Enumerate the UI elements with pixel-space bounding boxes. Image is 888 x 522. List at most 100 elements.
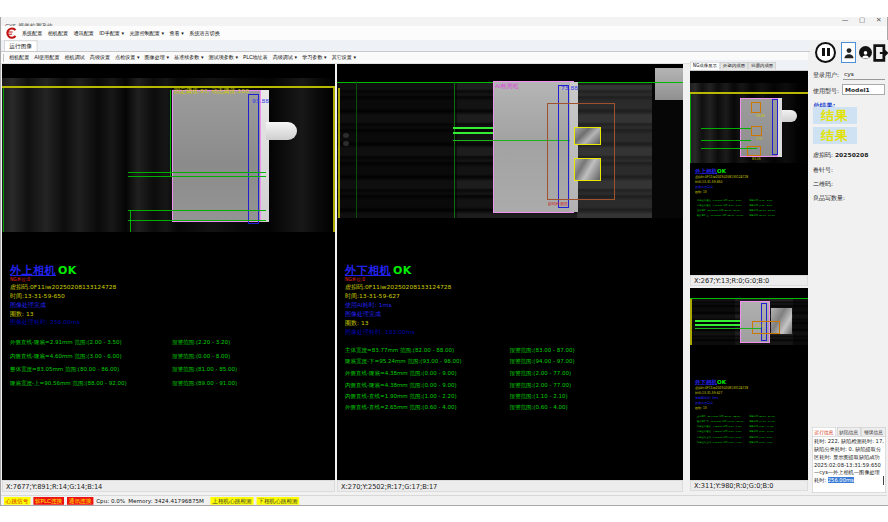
minimize-button[interactable]: — [842, 16, 849, 24]
user-icon [843, 46, 855, 60]
measure-line-bright [453, 132, 493, 134]
menu-items: 系统配置相机配置通讯配置 ID手配置 ▾ 光源控制配置 ▾ 查看 ▾ 系统语言切换 [22, 30, 220, 37]
model-input[interactable]: Model1 [842, 84, 885, 95]
title-bar: CYS-视觉检测系统 [1, 17, 887, 26]
maximize-button[interactable]: ▢ [859, 16, 865, 24]
user-badge-icon [861, 50, 870, 59]
menu-item[interactable]: 系统语言切换 [189, 30, 219, 37]
model-label: 使用型号: [813, 87, 839, 95]
menu-item[interactable]: 查看 ▾ [170, 30, 184, 37]
measurement-row: 隆底宽度-上=90.56mm 范围:(88.00 - 92.00)报警范围:(8… [10, 376, 334, 389]
vert-green-dark [454, 82, 455, 218]
measurement-row: 整体宽度=83.05mm 范围:(80.00 - 86.00)报警范围:(81.… [10, 363, 334, 376]
preview-tab[interactable]: NG成像显示 [690, 62, 720, 69]
measure-line-green-v [130, 210, 131, 232]
pause-button[interactable] [815, 42, 836, 63]
coord-text: X:267;Y:13;R:0;G:0;B:0 [694, 276, 769, 286]
image-speck [343, 133, 349, 138]
toolbar-item[interactable]: 相机配置 [9, 54, 29, 61]
window-controls: — ▢ ✕ [842, 16, 882, 24]
toolbar-item[interactable]: AI使用配置 [34, 54, 59, 61]
roi-annotation: 95.24 [755, 324, 764, 327]
operator-button[interactable] [841, 42, 856, 63]
qr-label: 二维码: [813, 180, 833, 188]
camera-left-coordbar: X:7677;Y:891;R:14;G:14;B:14 [2, 480, 335, 492]
exit-door-icon [873, 43, 888, 63]
status-bar: 心跳信号 软PLC连接 通讯连接 Cpu: 0.0% Memory: 3424.… [1, 495, 887, 505]
toolbar-item[interactable]: 高级调试 ▾ [273, 54, 297, 61]
process-done-text: 图像处理完成 [695, 401, 713, 405]
width-value-label: 93.88 [252, 98, 269, 105]
tab-run-image[interactable]: 运行图像 [4, 41, 37, 51]
ai-box-label: AI检测框 [495, 82, 519, 90]
menu-item[interactable]: ID手配置 ▾ [99, 30, 124, 37]
menu-item[interactable]: 光源控制配置 ▾ [130, 30, 165, 37]
preview-bottom-title: 外下相机OK [695, 378, 726, 386]
barcode-text: 虚拟码:0F11iw20250208133124728 [10, 283, 116, 291]
log-highlight: 256.00ms [828, 477, 854, 483]
edge-yellow-line-left [338, 88, 340, 218]
measure-line-bright [453, 127, 493, 129]
image-shade-right [793, 298, 808, 345]
measure-line-green [128, 172, 266, 173]
measurement-row: 内侧直线-隆底=4.38mm 范围:(0.00 - 9.00)报警范围:(2.0… [345, 379, 669, 391]
preview-tab-strip: NG成像显示 外观内成图 轮廓内成图 [690, 60, 808, 71]
process-done-text: 图像处理完成 [345, 310, 381, 318]
toolbar-item[interactable]: 其它设置 ▾ [332, 54, 356, 61]
measure-line-bright [695, 320, 740, 322]
part-edge-strip [261, 90, 269, 222]
log-tab-run[interactable]: 运行信息 [812, 427, 836, 436]
toolbar-item[interactable]: 图像处理 ▾ [145, 54, 169, 61]
edge-yellow-line-right [333, 88, 335, 232]
baseline-yellow [2, 86, 335, 88]
cam-top-badge: 上相机心跳检测 [211, 497, 254, 505]
measurement-list: 外侧直线-隆底=2.91mm 范围:(2.00 - 3.50)报警范围:(2.2… [10, 336, 334, 390]
login-value[interactable]: cys [844, 71, 854, 78]
toolbar-item[interactable]: PLC地址表 [243, 54, 268, 61]
toolbar-item[interactable]: 相机调试 [65, 54, 85, 61]
threshold-label: 固定阈值:93, 动态阈值:100 [174, 87, 249, 95]
menu-item[interactable]: 通讯配置 [74, 30, 94, 37]
menu-item[interactable]: 系统配置 [22, 30, 42, 37]
ai-time-text: 使用AI耗时: 1ms [345, 301, 392, 309]
measurement-list: 主体宽度=83.77mm 范围:(82.00 - 88.00)报警范围:(83.… [345, 344, 669, 413]
count-label: 良品写数量: [813, 194, 845, 202]
result-box-bottom: 结果 [813, 127, 857, 144]
time-text: 时间:13-31-59-627 [695, 391, 722, 395]
measurement-row: 外侧直线-直线=2.65mm 范围:(0.60 - 4.00)报警范围:(0.6… [345, 402, 669, 414]
preview-tab[interactable]: 轮廓内成图 [749, 62, 776, 69]
preview-tab[interactable]: 外观内成图 [720, 62, 747, 69]
barcode-row: 虚拟码: 20250208 [813, 151, 868, 159]
close-button[interactable]: ✕ [876, 16, 882, 24]
log-output[interactable]: 耗时: 222, 缺陷检测耗时: 17, 缺陷分类耗时: 0, 缺陷提取分区耗时… [812, 436, 886, 493]
measurement-row: 内侧直线-直线=1.90mm 范围:(1.00 - 2.20)报警范围:(1.1… [345, 390, 669, 402]
coord-text: X:7677;Y:891;R:14;G:14;B:14 [6, 482, 102, 490]
baseline-yellow [690, 92, 808, 94]
measurement-row: 外侧直线-隆底=4.38mm 范围:(0.00 - 9.00)报警范围:(2.0… [345, 367, 669, 379]
log-tab-defect[interactable]: 缺陷信息 [837, 427, 861, 436]
barcode-value: 20250208 [835, 152, 868, 159]
time-text: 时间:13-31-59-650 [695, 180, 722, 184]
measurement-row: 内侧直线-隆底=4.60mm 范围:(3.00 - 6.00)报警范围:(0.0… [10, 349, 334, 362]
image-dark-right [652, 82, 683, 218]
admin-button[interactable] [859, 46, 872, 59]
machine-bright-block [655, 68, 683, 100]
toolbar-item[interactable]: 学习参数 ▾ [302, 54, 326, 61]
reel-label: 卷针号: [813, 166, 833, 174]
memory-text: Memory: 3424.41796875M [128, 498, 204, 505]
toolbar-item[interactable]: 基准线参数 ▾ [174, 54, 203, 61]
preview-bottom-canvas[interactable]: 95.24 外下相机OK 虚拟码:0F11iw20250208133124728… [690, 288, 808, 480]
measure-line-green [701, 148, 757, 149]
exit-button[interactable] [873, 43, 887, 62]
log-tab-error[interactable]: 错误信息 [862, 427, 886, 436]
time-text: 时间:13-31-59-627 [345, 292, 400, 300]
menu-item[interactable]: 相机配置 [48, 30, 68, 37]
roi-blue-rect [248, 94, 259, 224]
preview-top-canvas[interactable]: 93.88 2.91 83.05 外上相机OK 虚拟码:0F11iw202502… [690, 71, 808, 275]
toolbar-item[interactable]: 测试项参数 ▾ [209, 54, 238, 61]
toolbar-item[interactable]: 点检设置 ▾ [115, 54, 139, 61]
camera-right-canvas[interactable]: AI检测框 73.88 缺陷检测区 外下相机OK NG复位:0 虚拟码:0F11… [337, 64, 683, 480]
toolbar-item[interactable]: 高级设置 [90, 54, 110, 61]
camera-left-canvas[interactable]: 固定阈值:93, 动态阈值:100 93.88 外上相机OK NG复位:0 虚拟… [2, 64, 335, 480]
log-caret [883, 476, 884, 485]
